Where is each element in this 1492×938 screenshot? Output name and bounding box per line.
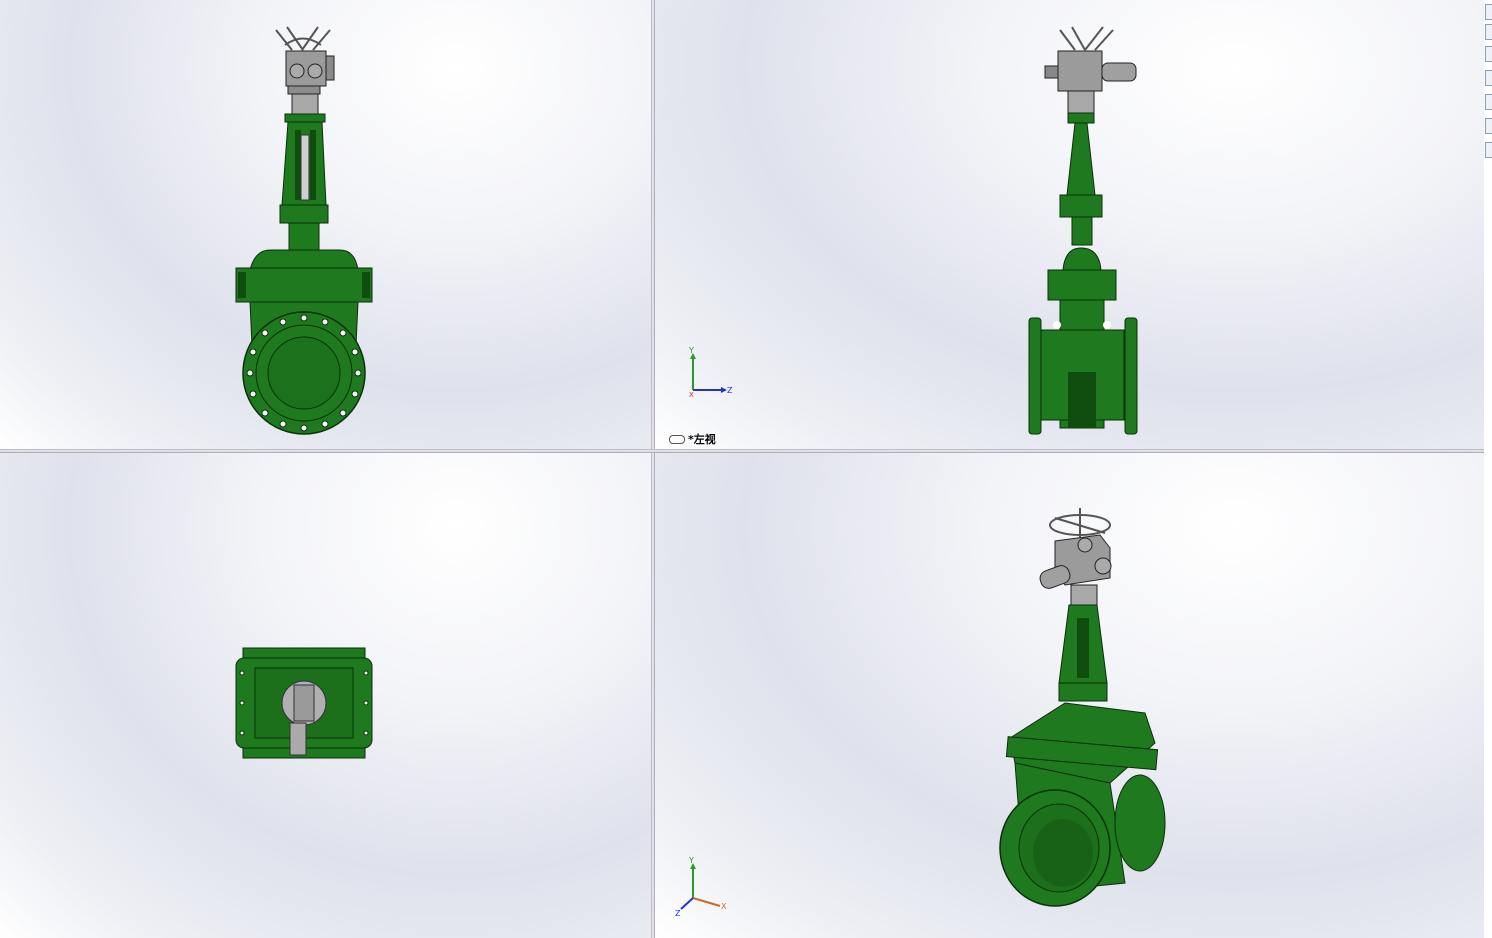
axis-triad-iso: Y Z X [675,856,727,918]
display-icon[interactable] [1485,46,1492,62]
horizontal-splitter[interactable] [0,449,1484,453]
view-name-text: *左视 [688,433,716,446]
top-valve-model[interactable] [0,453,651,938]
front-valve-model[interactable] [0,0,651,449]
axis-z-label: Z [727,386,733,395]
iso-valve-model[interactable] [655,453,1484,938]
left-valve-model[interactable] [655,0,1484,449]
vertical-splitter[interactable] [651,0,655,938]
scene-icon[interactable] [1485,118,1492,134]
axis-triad: Y Z X [688,346,733,399]
pin-icon[interactable] [1485,4,1492,20]
view-link-icon [669,434,685,444]
iso-viewport[interactable]: Y Z X [655,453,1484,938]
axis-x-label: X [689,391,694,399]
iso-axis-z-label: Z [675,909,681,918]
iso-axis-y-label: Y [688,856,694,865]
front-viewport[interactable] [0,0,651,449]
view-name-label: *左视 [669,431,716,447]
cube-icon[interactable] [1485,70,1492,86]
camera-icon[interactable] [1485,142,1492,158]
appearance-icon[interactable] [1485,94,1492,110]
left-viewport[interactable]: Y Z X *左视 [655,0,1484,449]
axis-y-label: Y [688,346,694,355]
top-viewport[interactable] [0,453,651,938]
right-task-pane [1484,0,1492,938]
iso-axis-x-label: X [721,902,727,911]
view-icon[interactable] [1485,24,1492,40]
